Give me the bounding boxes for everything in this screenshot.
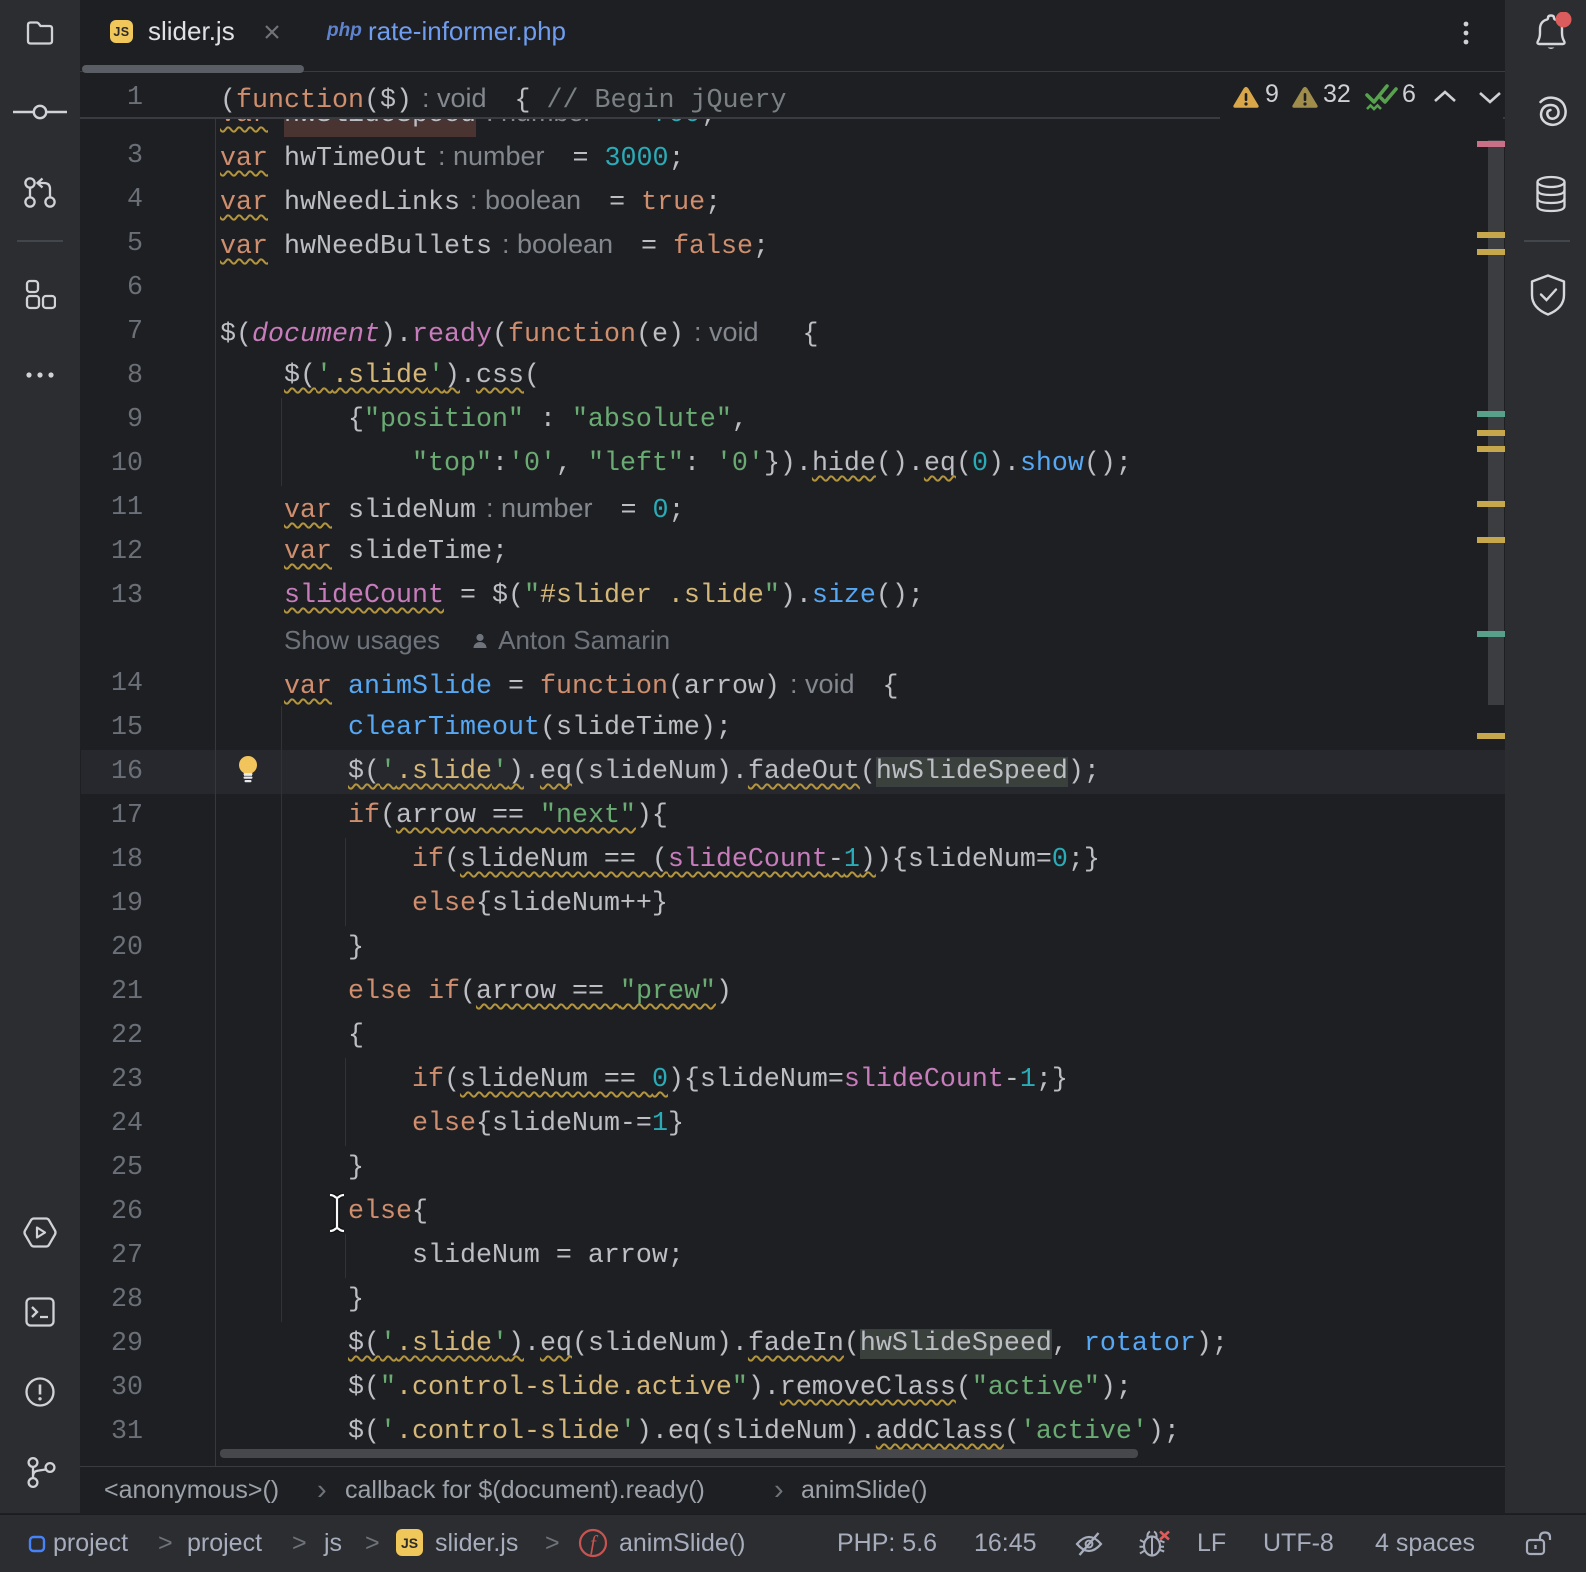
svg-text:f: f xyxy=(590,1531,599,1555)
